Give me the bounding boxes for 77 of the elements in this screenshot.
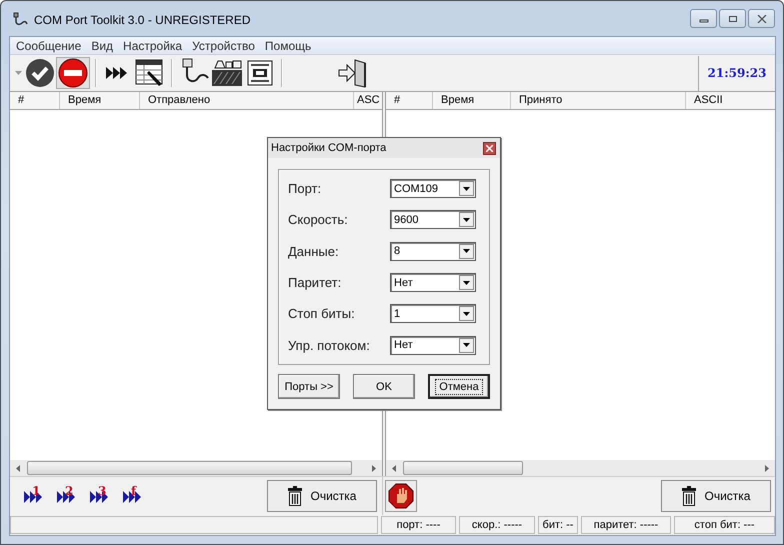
macro-button[interactable]: 2 [57,486,81,506]
close-icon [756,14,766,22]
column-header[interactable]: Отправлено [140,92,354,109]
field-label: Скорость: [288,212,349,228]
caret-icon [463,312,470,316]
menu-item[interactable]: Вид [87,38,118,52]
dropdown-field[interactable]: Нет [390,336,476,355]
checkmark-icon [25,58,55,88]
menu-item[interactable]: Помощь [260,38,316,52]
toolbar-button[interactable] [56,57,90,89]
status-field: порт: ---- [381,516,456,534]
maximize-button[interactable] [719,9,746,28]
scroll-right-icon [372,464,376,472]
stop-button[interactable] [385,480,417,512]
minimize-button[interactable] [690,9,717,28]
clock-text: 21:59:23 [708,66,766,80]
caret-icon [463,249,470,254]
column-header[interactable]: # [10,92,60,109]
dropdown-field[interactable]: Нет [390,273,476,292]
field-label: Порт: [288,181,322,196]
scroll-right-icon [765,464,769,472]
macro-button[interactable]: 1 [24,486,48,506]
status-field: стоп бит: --- [674,516,775,534]
horizontal-scrollbar[interactable] [10,460,382,476]
dialog-button[interactable]: Порты >> [278,374,340,399]
column-header[interactable]: # [386,92,433,109]
table-pen-icon [135,59,165,87]
maximize-icon [728,14,738,22]
scroll-left-icon [16,464,20,472]
exit-door-icon [337,58,369,88]
trash-icon [682,486,696,506]
document-icon [247,60,273,86]
close-button[interactable] [483,142,496,154]
dialog-button[interactable]: OK [353,374,415,399]
macro-button[interactable]: 3 [90,486,114,506]
scroll-thumb[interactable] [27,461,352,475]
dropdown-field[interactable]: COM109 [390,179,476,198]
status-field: бит: -- [538,516,578,534]
stop-icon [58,58,88,88]
field-label: Упр. потоком: [288,338,371,353]
horizontal-scrollbar[interactable] [386,460,775,476]
close-icon [486,144,493,152]
menu-item[interactable]: Сообщение [12,38,86,52]
menu-item[interactable]: Настройка [119,38,186,52]
dropdown-field[interactable]: 1 [390,304,476,324]
caret-icon [463,218,470,222]
scroll-left-icon [392,464,396,472]
dialog-title: Настройки COM-порта [271,142,386,154]
toolbox-icon [211,58,243,88]
macro-button[interactable]: f [123,486,147,506]
caret-icon [463,186,470,191]
field-label: Данные: [288,244,340,259]
field-label: Стоп биты: [288,306,356,322]
status-field: паритет: ----- [581,516,671,534]
caret-icon [463,343,470,348]
dropdown-field[interactable]: 8 [390,242,476,261]
trash-icon [288,486,302,506]
cable-icon [11,12,29,28]
column-header[interactable]: Время [60,92,140,109]
column-header[interactable]: Принято [511,92,686,109]
scroll-thumb[interactable] [403,461,523,475]
dialog-button[interactable]: Отмена [428,374,490,399]
close-button[interactable] [748,9,775,28]
field-label: Паритет: [288,275,342,290]
dropdown-field[interactable]: 9600 [390,210,476,230]
caret-icon [14,71,22,75]
clear-button[interactable]: Очистка [267,480,377,512]
column-header[interactable]: ASC [354,92,382,109]
column-header[interactable]: Время [433,92,511,109]
toolbar-button[interactable] [24,57,56,89]
stop-hand-icon [388,483,414,509]
status-field: скор.: ----- [459,516,535,534]
column-header[interactable]: ASCII [686,92,775,109]
caret-icon [463,280,470,285]
clear-button[interactable]: Очистка [661,480,771,512]
menu-item[interactable]: Устройство [188,38,259,52]
window-title: COM Port Toolkit 3.0 - UNREGISTERED [34,12,250,26]
